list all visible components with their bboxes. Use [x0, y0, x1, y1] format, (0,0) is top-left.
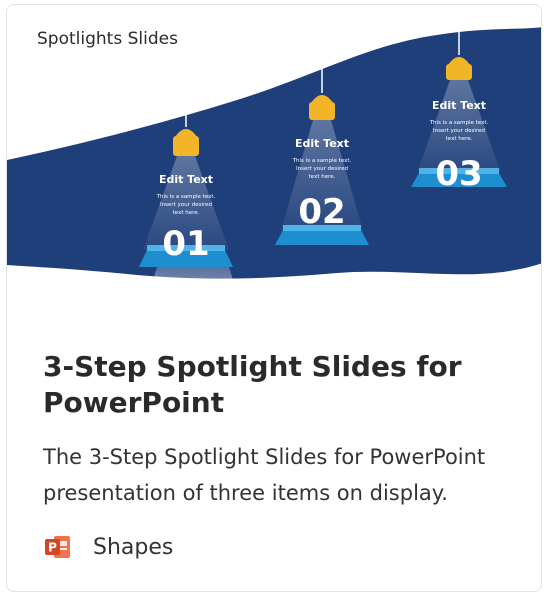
step-title: Edit Text	[295, 137, 349, 150]
step-desc-line: Insert your desired	[433, 128, 485, 134]
step-desc-line: text here.	[173, 210, 200, 216]
category-label[interactable]: Shapes	[93, 535, 173, 560]
step-number: 02	[298, 192, 345, 232]
card-description: The 3-Step Spotlight Slides for PowerPoi…	[43, 445, 486, 505]
card-title[interactable]: 3-Step Spotlight Slides for PowerPoint	[43, 349, 513, 421]
step-desc-line: text here.	[446, 136, 473, 142]
step-number: 01	[162, 224, 209, 264]
step-number: 03	[435, 154, 482, 194]
floor-light	[139, 267, 247, 325]
spotlight-illustration: Edit Text This is a sample text. Insert …	[7, 5, 541, 325]
category-row: P Shapes	[45, 533, 173, 561]
product-card[interactable]: Edit Text This is a sample text. Insert …	[6, 4, 542, 592]
step-title: Edit Text	[159, 173, 213, 186]
step-desc-line: text here.	[309, 174, 336, 180]
step-title: Edit Text	[432, 99, 486, 112]
step-desc-line: This is a sample text.	[292, 158, 352, 164]
step-desc-line: This is a sample text.	[429, 120, 489, 126]
step-desc-line: Insert your desired	[296, 166, 348, 172]
slide-thumbnail[interactable]: Edit Text This is a sample text. Insert …	[7, 5, 541, 325]
step-desc-line: This is a sample text.	[156, 194, 216, 200]
svg-text:P: P	[48, 541, 57, 555]
step-desc-line: Insert your desired	[160, 202, 212, 208]
powerpoint-icon: P	[45, 534, 71, 560]
thumbnail-label: Spotlights Slides	[37, 29, 178, 49]
